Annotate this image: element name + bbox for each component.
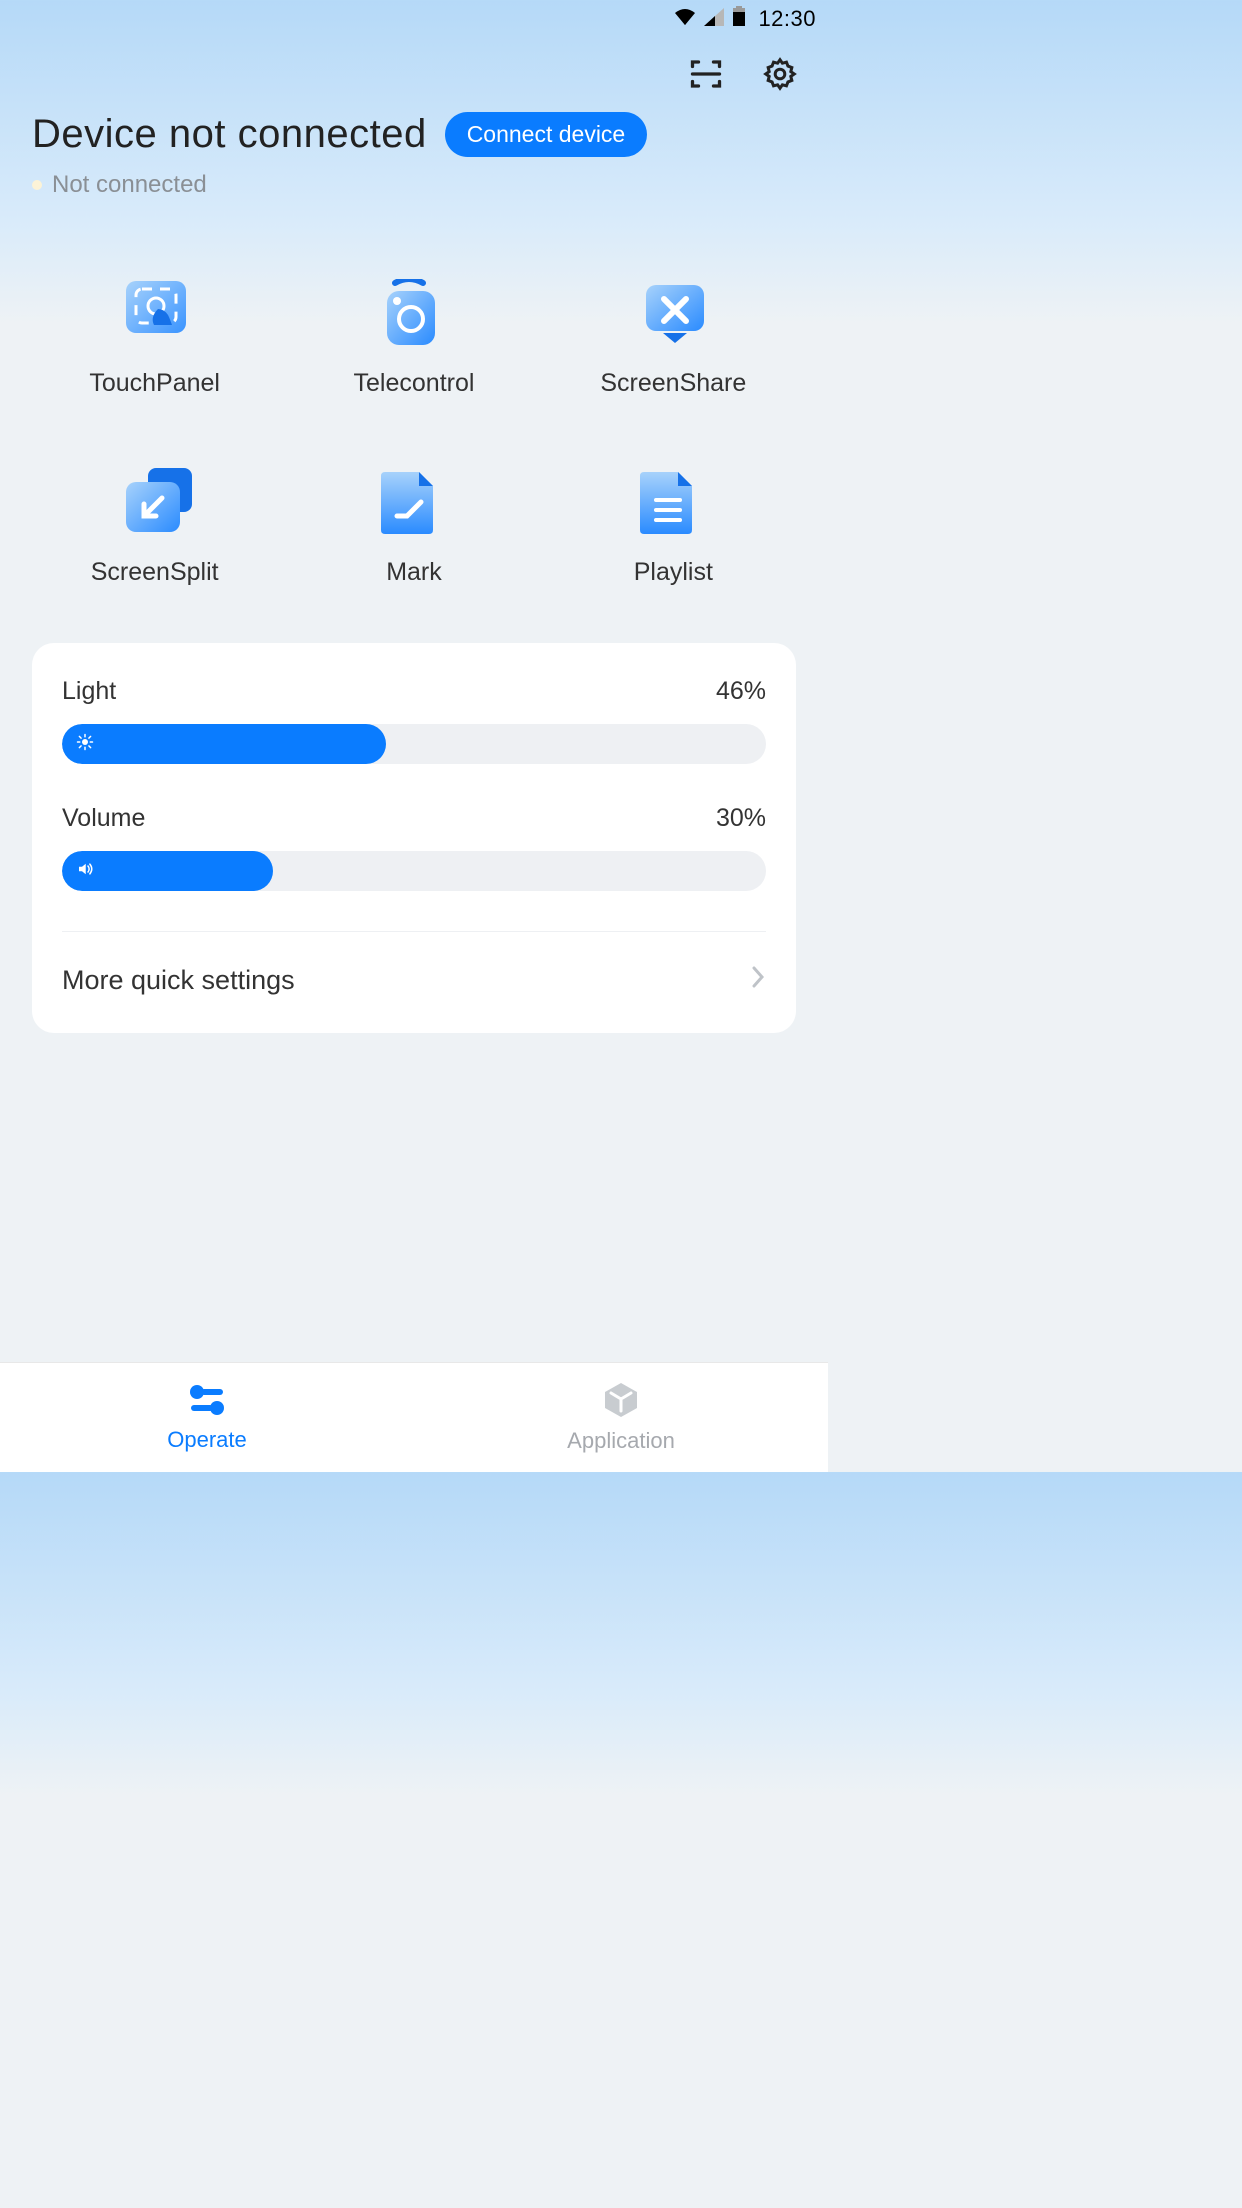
wifi-icon: [675, 6, 695, 32]
telecontrol-icon: [381, 279, 447, 345]
feature-touchpanel[interactable]: TouchPanel: [25, 279, 284, 398]
battery-icon: [733, 6, 745, 32]
volume-value: 30%: [716, 804, 766, 833]
connect-device-button[interactable]: Connect device: [445, 112, 648, 157]
feature-label: ScreenSplit: [91, 558, 219, 587]
gear-icon[interactable]: [762, 56, 798, 92]
screenshare-icon: [640, 279, 706, 345]
tab-operate-label: Operate: [167, 1427, 247, 1453]
page-title: Device not connected: [32, 112, 427, 157]
light-label: Light: [62, 677, 116, 706]
feature-mark[interactable]: Mark: [284, 468, 543, 587]
more-quick-settings-label: More quick settings: [62, 965, 295, 996]
feature-label: Mark: [386, 558, 442, 587]
brightness-icon: [76, 733, 94, 756]
touchpanel-icon: [122, 279, 188, 345]
application-icon: [601, 1381, 641, 1424]
toolbar: [0, 38, 828, 92]
connection-status: Not connected: [32, 171, 796, 199]
quick-settings-card: Light 46% Volume 30% More quick setting: [32, 643, 796, 1033]
tab-operate[interactable]: Operate: [0, 1363, 414, 1472]
mark-icon: [381, 468, 447, 534]
cell-signal-icon: [704, 6, 724, 32]
screensplit-icon: [122, 468, 188, 534]
feature-screensplit[interactable]: ScreenSplit: [25, 468, 284, 587]
light-slider-block: Light 46%: [62, 677, 766, 764]
light-value: 46%: [716, 677, 766, 706]
volume-label: Volume: [62, 804, 145, 833]
connection-status-label: Not connected: [52, 171, 207, 199]
light-slider[interactable]: [62, 724, 766, 764]
feature-grid: TouchPanel Telecontrol ScreenShare: [0, 199, 828, 587]
status-dot-icon: [32, 180, 42, 190]
feature-label: TouchPanel: [89, 369, 220, 398]
bottom-nav: Operate Application: [0, 1362, 828, 1472]
volume-slider[interactable]: [62, 851, 766, 891]
status-bar: 12:30: [0, 0, 828, 38]
more-quick-settings[interactable]: More quick settings: [62, 932, 766, 1033]
header: Device not connected Connect device Not …: [0, 92, 828, 199]
feature-label: ScreenShare: [600, 369, 746, 398]
status-clock: 12:30: [758, 6, 816, 32]
feature-label: Telecontrol: [354, 369, 475, 398]
feature-screenshare[interactable]: ScreenShare: [544, 279, 803, 398]
feature-label: Playlist: [634, 558, 713, 587]
playlist-icon: [640, 468, 706, 534]
tab-application[interactable]: Application: [414, 1363, 828, 1472]
volume-slider-block: Volume 30%: [62, 804, 766, 891]
chevron-right-icon: [750, 964, 766, 997]
scan-icon[interactable]: [688, 56, 724, 92]
feature-playlist[interactable]: Playlist: [544, 468, 803, 587]
feature-telecontrol[interactable]: Telecontrol: [284, 279, 543, 398]
tab-application-label: Application: [567, 1428, 675, 1454]
volume-icon: [76, 860, 94, 883]
operate-icon: [185, 1382, 229, 1423]
